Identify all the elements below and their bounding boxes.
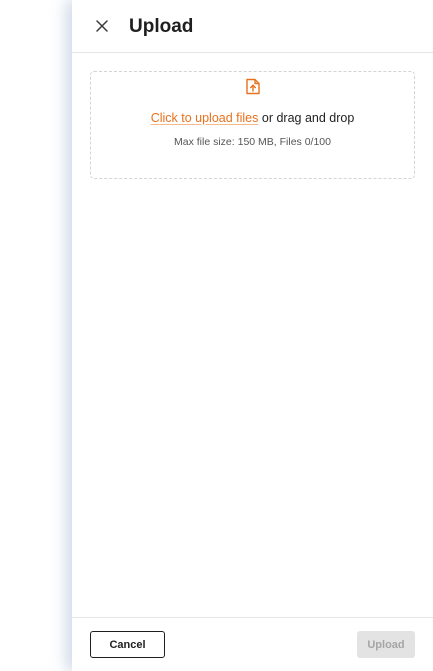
upload-button[interactable]: Upload [357,631,415,658]
drag-drop-text: or drag and drop [258,111,355,125]
file-upload-icon [246,78,260,95]
drawer-footer: Cancel Upload [72,617,433,671]
close-button[interactable] [92,16,112,36]
drawer-title: Upload [129,16,194,37]
drawer-header: Upload [72,0,433,53]
upload-files-link[interactable]: Click to upload files [151,111,259,125]
page-backdrop [0,0,72,671]
dropzone-prompt: Click to upload files or drag and drop [91,110,414,126]
cancel-button[interactable]: Cancel [90,631,165,658]
file-limits-hint: Max file size: 150 MB, Files 0/100 [174,136,331,148]
file-dropzone[interactable]: Click to upload files or drag and drop M… [90,71,415,179]
close-icon [96,20,108,32]
upload-drawer: Upload Click to upload files or drag and… [72,0,433,671]
